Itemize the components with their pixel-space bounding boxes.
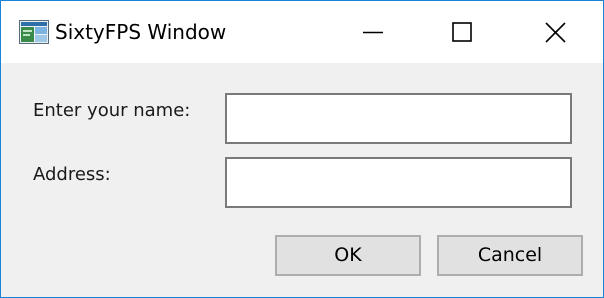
dialog-window: SixtyFPS Window Enter your name: Address… (0, 0, 604, 298)
title-bar[interactable]: SixtyFPS Window (1, 1, 603, 63)
name-input[interactable] (225, 93, 572, 144)
address-label: Address: (33, 164, 111, 185)
minimize-button[interactable] (326, 1, 418, 63)
cancel-button[interactable]: Cancel (437, 235, 583, 276)
close-button[interactable] (509, 1, 601, 63)
window-title: SixtyFPS Window (55, 20, 227, 44)
app-window-icon (19, 20, 49, 44)
maximize-button[interactable] (416, 1, 508, 63)
name-label: Enter your name: (33, 100, 191, 121)
ok-button[interactable]: OK (275, 235, 421, 276)
address-input[interactable] (225, 157, 572, 208)
